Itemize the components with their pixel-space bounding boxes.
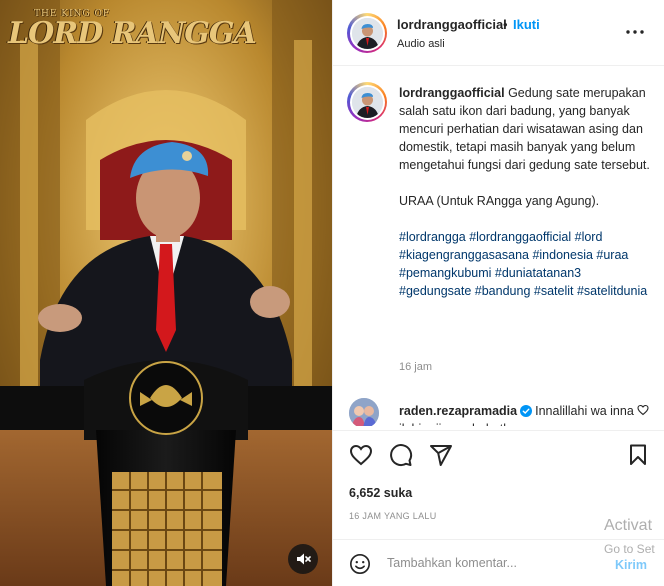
more-options-button[interactable] [623,20,647,44]
comment-bubble-icon[interactable] [389,443,413,467]
profile-photo [351,86,383,118]
caption-username[interactable]: lordranggaofficial [399,86,505,100]
comment-composer: Kirim [333,539,664,586]
commenter-avatar[interactable] [349,398,379,426]
comment-text: raden.rezapramadiaInnalillahi wa inna il… [399,402,639,426]
caption-timestamp: 16 jam [399,361,433,373]
likes-count[interactable]: 6,652 suka [349,486,412,500]
post-header: lordranggaofficial • Ikuti Audio asli [333,0,664,66]
hashtag-link[interactable]: #bandung [475,284,531,298]
hashtag-link[interactable]: #lordrangga [399,230,466,244]
hashtag-link[interactable]: #gedungsate [399,284,471,298]
post-panel: lordranggaofficial • Ikuti Audio asli lo… [332,0,664,586]
hashtag-link[interactable]: #kiagengranggasasana [399,248,529,262]
post-actions: 6,652 suka 16 JAM YANG LALU [333,430,664,530]
caption-body-2: URAA (Untuk RAngga yang Agung). [399,194,600,208]
hashtag-link[interactable]: #lord [575,230,603,244]
separator-dot: • [503,17,508,32]
send-comment-button[interactable]: Kirim [615,558,647,572]
hashtag-list: #lordrangga #lordranggaofficial #lord #k… [399,228,651,300]
verified-badge-icon [520,405,533,417]
hashtag-link[interactable]: #uraa [596,248,628,262]
hashtag-link[interactable]: #pemangkubumi [399,266,491,280]
comment-input[interactable] [387,552,577,574]
audio-link[interactable]: Audio asli [397,38,445,50]
post-media[interactable]: THE KING OF LORD RANGGA [0,0,332,586]
watermark-title: LORD RANGGA [8,16,257,51]
caption-text: lordranggaofficial Gedung sate merupakan… [399,84,651,300]
hashtag-link[interactable]: #indonesia [532,248,592,262]
more-horizontal-icon [626,30,644,34]
hashtag-link[interactable]: #duniatatanan3 [495,266,581,280]
comment-item: raden.rezapramadiaInnalillahi wa inna il… [333,396,664,426]
share-send-icon[interactable] [429,443,453,467]
post-date: 16 JAM YANG LALU [349,511,437,521]
save-bookmark-icon[interactable] [627,443,649,467]
hashtag-link[interactable]: #satelit [534,284,574,298]
hashtag-link[interactable]: #lordranggaofficial [469,230,571,244]
profile-photo [351,17,383,49]
follow-button[interactable]: Ikuti [513,17,540,32]
author-username[interactable]: lordranggaofficial [397,17,507,32]
author-avatar[interactable] [347,13,387,53]
emoji-icon[interactable] [349,553,371,575]
speaker-muted-icon [297,553,311,565]
video-frame [0,0,332,586]
hashtag-link[interactable]: #satelitdunia [577,284,647,298]
like-heart-icon[interactable] [349,443,373,467]
commenter-photo [349,398,379,426]
commenter-username[interactable]: raden.rezapramadia [399,404,517,418]
mute-button[interactable] [288,544,318,574]
caption-avatar[interactable] [347,82,387,122]
comment-like-icon[interactable] [637,404,649,416]
channel-watermark: THE KING OF LORD RANGGA [8,10,257,51]
